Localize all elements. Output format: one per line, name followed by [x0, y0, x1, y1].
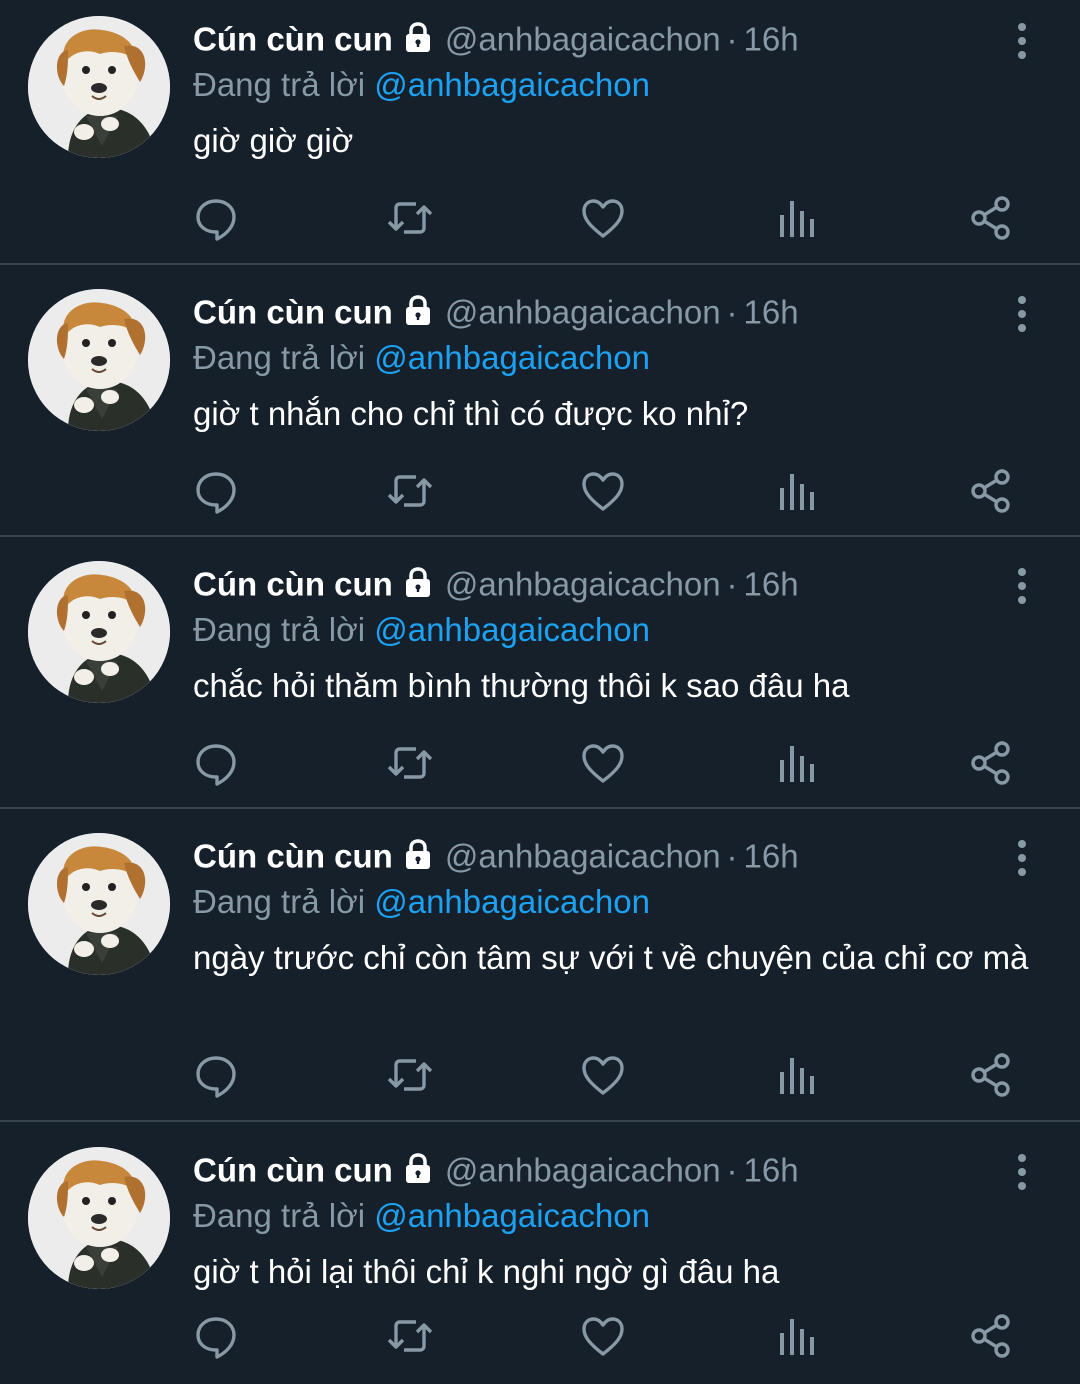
dog-avatar-image — [28, 16, 170, 158]
tweet-text: giờ t hỏi lại thôi chỉ k nghi ngờ gì đâu… — [193, 1253, 780, 1290]
timestamp[interactable]: 16h — [744, 566, 799, 603]
display-name[interactable]: Cún cùn cun — [193, 1152, 393, 1189]
lock-icon — [401, 20, 435, 59]
tweet-divider — [0, 263, 1080, 265]
dog-avatar-image — [28, 289, 170, 431]
replying-to-label: Đang trả lời — [193, 611, 366, 648]
separator-dot: · — [726, 20, 738, 58]
lock-icon — [401, 565, 435, 604]
lock-icon — [401, 293, 435, 332]
share-icon[interactable] — [966, 1311, 1016, 1361]
reply-mention-link[interactable]: @anhbagaicachon — [374, 883, 650, 920]
avatar[interactable] — [28, 833, 170, 975]
reply-mention-link[interactable]: @anhbagaicachon — [374, 1197, 650, 1234]
tweet-text: ngày trước chỉ còn tâm sự với t về chuyệ… — [193, 939, 1029, 976]
like-icon[interactable] — [578, 193, 628, 243]
more-vertical-icon[interactable] — [1010, 1153, 1034, 1191]
tweet-text: giờ t nhắn cho chỉ thì có được ko nhỉ? — [193, 395, 749, 432]
replying-to-label: Đang trả lời — [193, 66, 366, 103]
user-handle[interactable]: @anhbagaicachon — [445, 566, 721, 603]
retweet-icon[interactable] — [385, 466, 435, 516]
analytics-icon[interactable] — [772, 738, 822, 788]
replying-to: Đang trả lời @anhbagaicachon — [193, 339, 650, 377]
display-name[interactable]: Cún cùn cun — [193, 21, 393, 58]
tweet-header: Cún cùn cun @anhbagaicachon · 16h — [193, 20, 799, 64]
tweet-text: giờ giờ giờ — [193, 122, 354, 159]
timestamp[interactable]: 16h — [744, 21, 799, 58]
avatar[interactable] — [28, 1147, 170, 1289]
analytics-icon[interactable] — [772, 466, 822, 516]
user-handle[interactable]: @anhbagaicachon — [445, 294, 721, 331]
retweet-icon[interactable] — [385, 738, 435, 788]
display-name[interactable]: Cún cùn cun — [193, 294, 393, 331]
retweet-icon[interactable] — [385, 1311, 435, 1361]
analytics-icon[interactable] — [772, 1050, 822, 1100]
reply-mention-link[interactable]: @anhbagaicachon — [374, 611, 650, 648]
like-icon[interactable] — [578, 466, 628, 516]
tweet-divider — [0, 807, 1080, 809]
like-icon[interactable] — [578, 738, 628, 788]
reply-icon[interactable] — [191, 193, 241, 243]
replying-to-label: Đang trả lời — [193, 339, 366, 376]
replying-to: Đang trả lời @anhbagaicachon — [193, 883, 650, 921]
more-vertical-icon[interactable] — [1010, 567, 1034, 605]
more-vertical-icon[interactable] — [1010, 295, 1034, 333]
avatar[interactable] — [28, 16, 170, 158]
reply-mention-link[interactable]: @anhbagaicachon — [374, 339, 650, 376]
user-handle[interactable]: @anhbagaicachon — [445, 21, 721, 58]
tweet-text: chắc hỏi thăm bình thường thôi k sao đâu… — [193, 667, 850, 704]
tweet-header: Cún cùn cun @anhbagaicachon · 16h — [193, 293, 799, 337]
separator-dot: · — [726, 565, 738, 603]
lock-icon — [401, 837, 435, 876]
timestamp[interactable]: 16h — [744, 294, 799, 331]
separator-dot: · — [726, 837, 738, 875]
replying-to-label: Đang trả lời — [193, 1197, 366, 1234]
user-handle[interactable]: @anhbagaicachon — [445, 838, 721, 875]
reply-icon[interactable] — [191, 466, 241, 516]
dog-avatar-image — [28, 561, 170, 703]
reply-icon[interactable] — [191, 1050, 241, 1100]
tweet-divider — [0, 1120, 1080, 1122]
retweet-icon[interactable] — [385, 1050, 435, 1100]
more-vertical-icon[interactable] — [1010, 839, 1034, 877]
dog-avatar-image — [28, 1147, 170, 1289]
retweet-icon[interactable] — [385, 193, 435, 243]
timestamp[interactable]: 16h — [744, 1152, 799, 1189]
display-name[interactable]: Cún cùn cun — [193, 838, 393, 875]
replying-to: Đang trả lời @anhbagaicachon — [193, 66, 650, 104]
reply-mention-link[interactable]: @anhbagaicachon — [374, 66, 650, 103]
share-icon[interactable] — [966, 738, 1016, 788]
avatar[interactable] — [28, 561, 170, 703]
tweet-divider — [0, 535, 1080, 537]
reply-icon[interactable] — [191, 1311, 241, 1361]
share-icon[interactable] — [966, 1050, 1016, 1100]
replying-to: Đang trả lời @anhbagaicachon — [193, 1197, 650, 1235]
analytics-icon[interactable] — [772, 193, 822, 243]
like-icon[interactable] — [578, 1311, 628, 1361]
share-icon[interactable] — [966, 466, 1016, 516]
avatar[interactable] — [28, 289, 170, 431]
replying-to: Đang trả lời @anhbagaicachon — [193, 611, 650, 649]
analytics-icon[interactable] — [772, 1311, 822, 1361]
separator-dot: · — [726, 1151, 738, 1189]
replying-to-label: Đang trả lời — [193, 883, 366, 920]
timestamp[interactable]: 16h — [744, 838, 799, 875]
reply-icon[interactable] — [191, 738, 241, 788]
user-handle[interactable]: @anhbagaicachon — [445, 1152, 721, 1189]
lock-icon — [401, 1151, 435, 1190]
share-icon[interactable] — [966, 193, 1016, 243]
tweet-header: Cún cùn cun @anhbagaicachon · 16h — [193, 1151, 799, 1195]
dog-avatar-image — [28, 833, 170, 975]
separator-dot: · — [726, 293, 738, 331]
tweet-header: Cún cùn cun @anhbagaicachon · 16h — [193, 837, 799, 881]
more-vertical-icon[interactable] — [1010, 22, 1034, 60]
like-icon[interactable] — [578, 1050, 628, 1100]
display-name[interactable]: Cún cùn cun — [193, 566, 393, 603]
tweet-header: Cún cùn cun @anhbagaicachon · 16h — [193, 565, 799, 609]
